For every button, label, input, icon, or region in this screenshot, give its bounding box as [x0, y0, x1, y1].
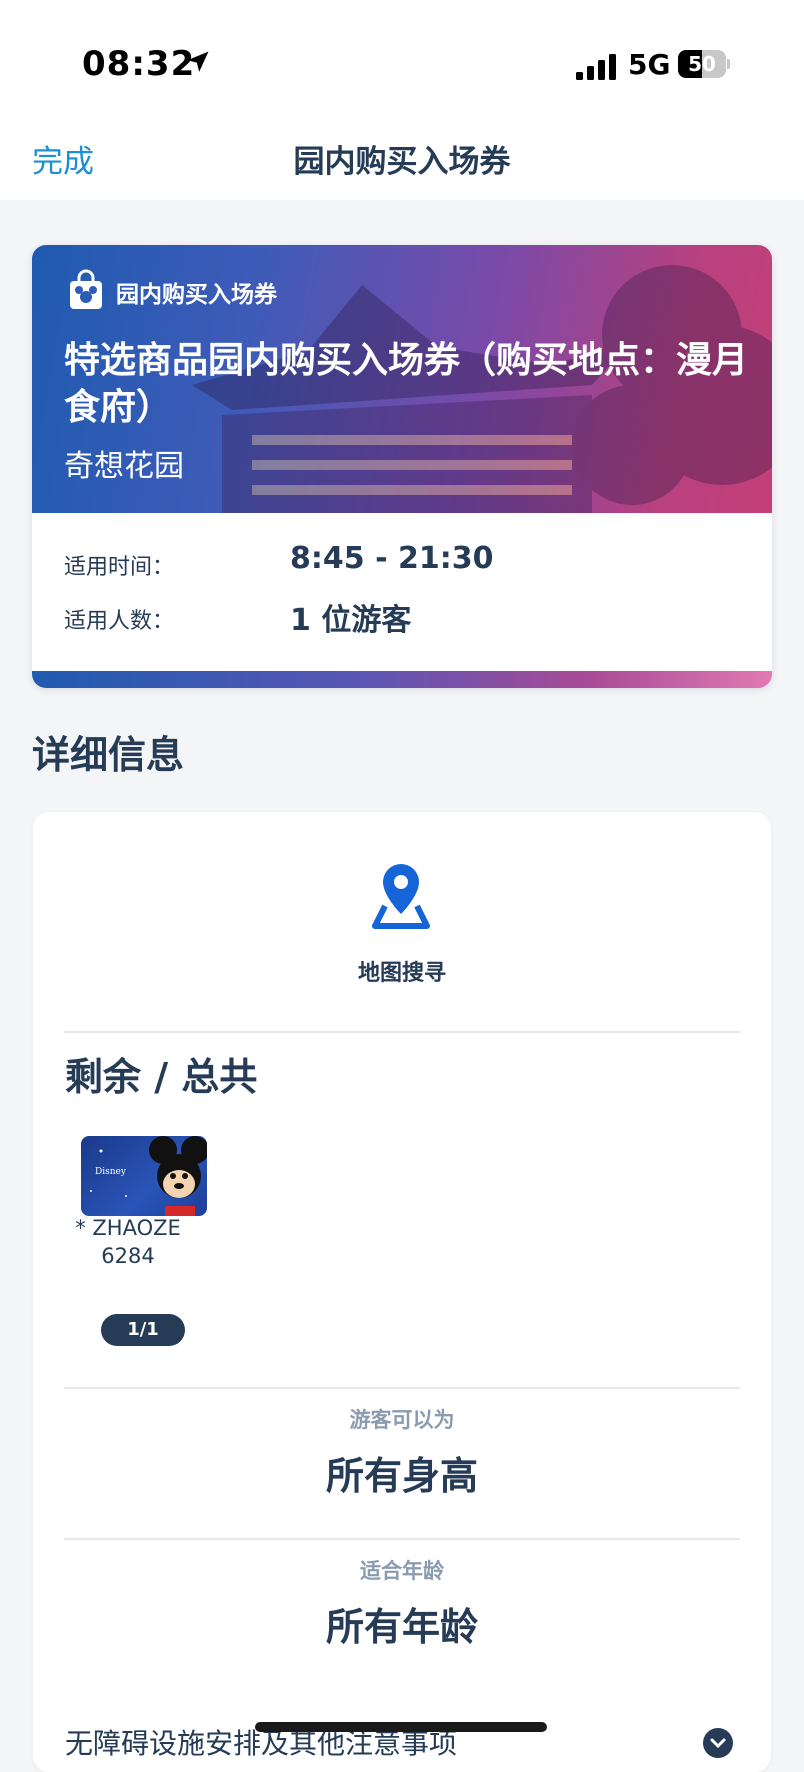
network-type: 5G — [628, 48, 671, 81]
details-card: 地图搜寻 剩余 / 总共 Disney * ZHAOZE 6284 1/1 游客… — [33, 812, 771, 1772]
status-time: 08:32 — [82, 44, 196, 84]
status-bar: 08:32 5G 50 — [0, 0, 804, 110]
age-value: 所有年龄 — [325, 1605, 478, 1649]
details-heading: 详细信息 — [32, 733, 185, 777]
time-label: 适用时间： — [64, 555, 175, 580]
guest-count-value: 1 位游客 — [290, 603, 412, 638]
battery-indicator: 50 — [678, 50, 730, 78]
battery-level: 50 — [688, 52, 716, 76]
ticket-tag: 园内购买入场券 — [116, 282, 277, 308]
height-label: 游客可以为 — [349, 1408, 455, 1432]
pass-holder-name: * ZHAOZE — [75, 1216, 181, 1240]
remaining-total-title: 剩余 / 总共 — [65, 1055, 258, 1099]
age-label: 适合年龄 — [360, 1559, 444, 1583]
divider — [64, 1387, 740, 1389]
annual-pass-card-image: Disney — [81, 1136, 207, 1216]
height-value: 所有身高 — [325, 1454, 478, 1498]
shopping-bag-icon — [70, 269, 102, 309]
remaining-count-badge: 1/1 — [101, 1314, 185, 1346]
map-pin-icon[interactable] — [363, 860, 439, 936]
guest-count-label: 适用人数： — [64, 609, 175, 634]
time-value: 8:45 - 21:30 — [290, 541, 494, 576]
svg-text:Disney: Disney — [95, 1167, 127, 1177]
location-arrow-icon — [187, 51, 209, 72]
ticket-hero-banner: 园内购买入场券 特选商品园内购买入场券（购买地点：漫月食府） 奇想花园 — [32, 245, 772, 513]
nav-bar: 完成 园内购买入场券 — [0, 110, 804, 200]
ticket-accent-bar — [32, 671, 772, 688]
ticket-location: 奇想花园 — [64, 449, 184, 484]
chevron-down-icon[interactable] — [703, 1728, 733, 1758]
divider — [64, 1031, 740, 1033]
pass-number: 6284 — [101, 1244, 155, 1268]
ticket-title: 特选商品园内购买入场券（购买地点：漫月食府） — [64, 340, 749, 428]
page-title: 园内购买入场券 — [293, 144, 511, 180]
divider — [64, 1538, 740, 1540]
ticket-card: 园内购买入场券 特选商品园内购买入场券（购买地点：漫月食府） 奇想花园 适用时间… — [32, 245, 772, 688]
map-search-button[interactable]: 地图搜寻 — [33, 955, 771, 987]
signal-bars-icon — [576, 54, 616, 80]
home-indicator[interactable] — [255, 1722, 547, 1732]
